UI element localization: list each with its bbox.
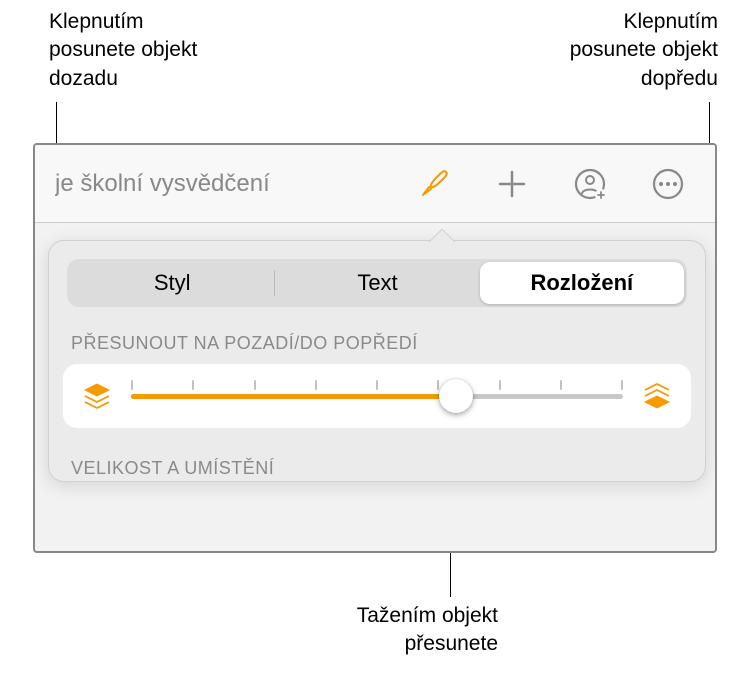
callout-text: Tažením objektpřesunete — [357, 604, 498, 655]
tab-label: Text — [357, 270, 397, 296]
tab-label: Styl — [154, 270, 191, 296]
toolbar: je školní vysvědčení — [35, 145, 715, 223]
callout-bottom: Tažením objektpřesunete — [318, 602, 498, 659]
format-popover: Styl Text Rozložení PŘESUNOUT NA POZADÍ/… — [48, 240, 706, 482]
callout-text: Klepnutímposunete objektdozadu — [49, 10, 197, 90]
back-layers-icon[interactable] — [81, 380, 113, 412]
section-label-layering: PŘESUNOUT NA POZADÍ/DO POPŘEDÍ — [49, 307, 705, 364]
slider-fill — [131, 394, 456, 399]
callout-top-left: Klepnutímposunete objektdozadu — [49, 8, 269, 93]
section-label-size: VELIKOST A UMÍSTĚNÍ — [49, 428, 705, 481]
popover-arrow — [429, 229, 455, 242]
callout-text: Klepnutímposunete objektdopředu — [570, 10, 718, 90]
plus-icon[interactable] — [495, 167, 529, 201]
slider-thumb[interactable] — [439, 379, 473, 413]
document-title: je školní vysvědčení — [55, 170, 417, 198]
callout-top-right: Klepnutímposunete objektdopředu — [488, 8, 718, 93]
collaborate-icon[interactable] — [573, 167, 607, 201]
tab-label: Rozložení — [530, 270, 633, 296]
more-icon[interactable] — [651, 167, 685, 201]
tab-style[interactable]: Styl — [70, 262, 274, 304]
front-layers-icon[interactable] — [641, 380, 673, 412]
toolbar-icons — [417, 167, 695, 201]
layering-slider[interactable] — [131, 376, 623, 416]
brush-icon[interactable] — [417, 167, 451, 201]
tab-text[interactable]: Text — [275, 262, 479, 304]
screenshot-frame: je školní vysvědčení — [33, 143, 717, 553]
layering-slider-row — [63, 364, 691, 428]
slider-ticks — [131, 380, 623, 394]
segmented-control: Styl Text Rozložení — [67, 259, 687, 307]
tab-layout[interactable]: Rozložení — [480, 262, 684, 304]
